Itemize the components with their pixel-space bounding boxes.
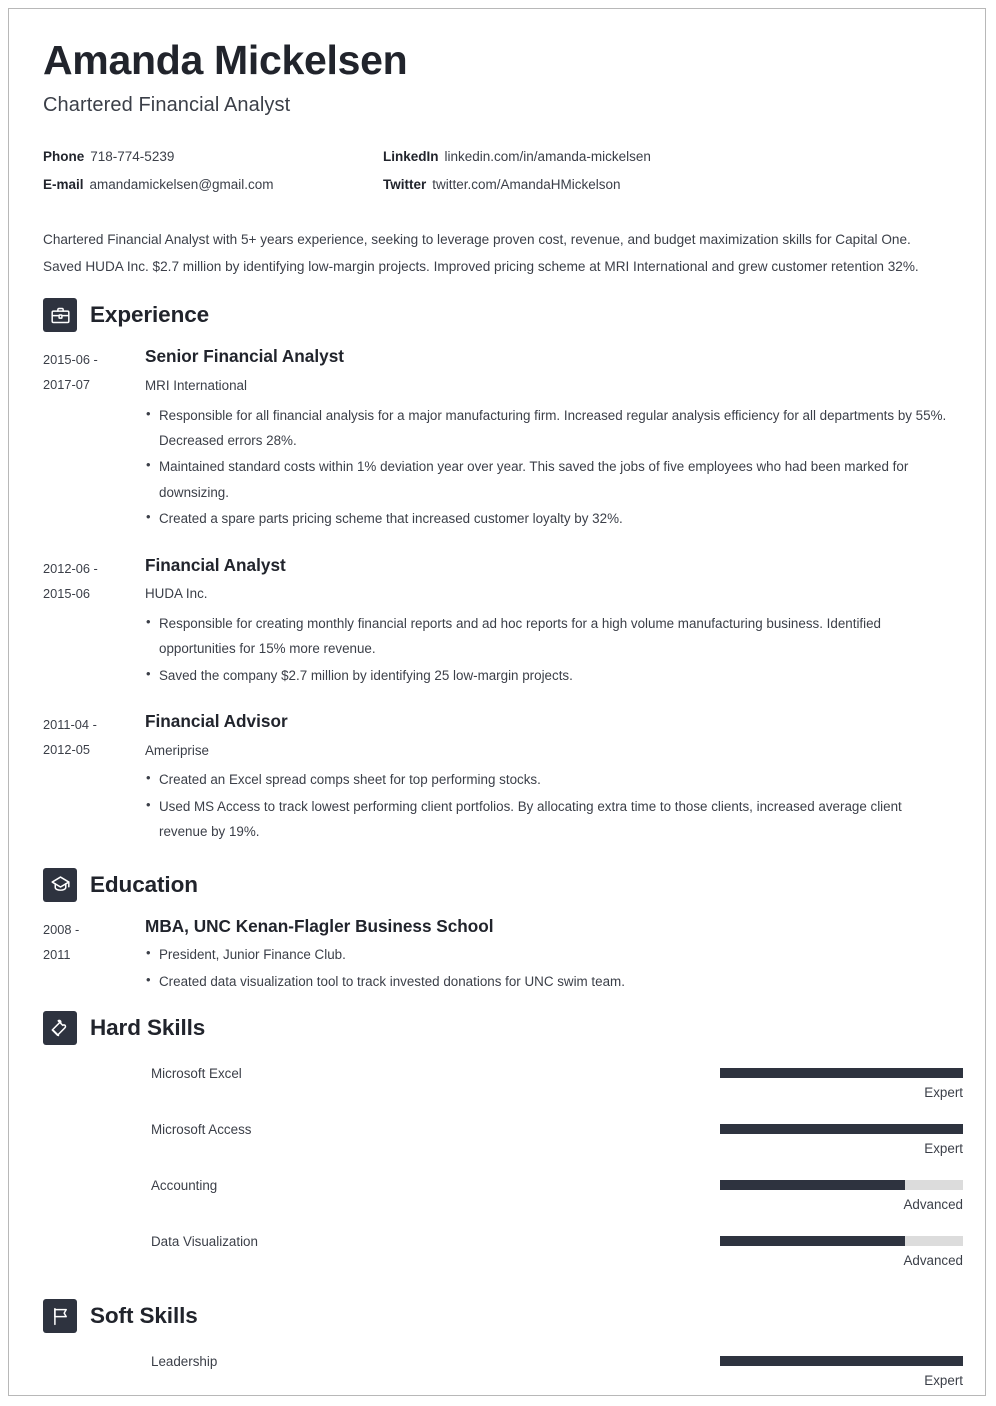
skill-bar-fill bbox=[720, 1124, 963, 1135]
entry-date-end: 2015-06 bbox=[43, 585, 90, 601]
bullet-item: Maintained standard costs within 1% devi… bbox=[145, 453, 951, 505]
contact-phone: Phone 718-774-5239 bbox=[43, 149, 383, 165]
skill-level: Expert bbox=[924, 1085, 963, 1101]
skill-bar-track bbox=[720, 1124, 963, 1135]
graduation-cap-icon bbox=[43, 867, 77, 902]
bullet-item: Created a spare parts pricing scheme tha… bbox=[145, 505, 951, 531]
contact-phone-value: 718-774-5239 bbox=[90, 149, 175, 165]
entry-company: MRI International bbox=[145, 378, 247, 394]
skill-level: Expert bbox=[924, 1141, 963, 1157]
entry-body: Senior Financial Analyst MRI Internation… bbox=[145, 346, 951, 532]
entry-date-end: 2017-07 bbox=[43, 377, 90, 393]
experience-entry: 2015-06 - 2017-07 Senior Financial Analy… bbox=[43, 346, 951, 532]
entry-bullets: Responsible for all financial analysis f… bbox=[145, 402, 951, 532]
entry-bullets: Created an Excel spread comps sheet for … bbox=[145, 766, 951, 845]
entry-bullets: Responsible for creating monthly financi… bbox=[145, 610, 951, 688]
job-title: Chartered Financial Analyst bbox=[43, 94, 291, 117]
skill-bar-fill bbox=[720, 1236, 905, 1247]
entry-company: Ameriprise bbox=[145, 742, 209, 758]
section-header-hard-skills: Hard Skills bbox=[43, 1011, 951, 1046]
contact-linkedin-label: LinkedIn bbox=[383, 149, 439, 165]
skill-bar-track bbox=[720, 1068, 963, 1079]
bullet-item: Used MS Access to track lowest performin… bbox=[145, 793, 951, 845]
section-title-soft-skills: Soft Skills bbox=[90, 1303, 198, 1329]
skill-name: Microsoft Access bbox=[151, 1122, 252, 1138]
skill-bar-fill bbox=[720, 1068, 963, 1079]
entry-body: Financial Analyst HUDA Inc. Responsible … bbox=[145, 555, 951, 689]
professional-summary: Chartered Financial Analyst with 5+ year… bbox=[43, 232, 919, 274]
entry-date-start: 2012-06 - bbox=[43, 560, 98, 576]
contact-email-label: E-mail bbox=[43, 177, 84, 193]
contact-email-value[interactable]: amandamickelsen@gmail.com bbox=[90, 177, 274, 192]
skill-row: Leadership Expert bbox=[43, 1347, 963, 1395]
contact-twitter-value[interactable]: twitter.com/AmandaHMickelson bbox=[432, 177, 620, 192]
entry-date-start: 2015-06 - bbox=[43, 352, 98, 368]
puzzle-piece-icon bbox=[43, 1011, 77, 1046]
skill-row: Microsoft Excel Expert bbox=[43, 1059, 963, 1115]
bullet-item: Created an Excel spread comps sheet for … bbox=[145, 766, 951, 792]
skill-row: Data Visualization Advanced bbox=[43, 1227, 963, 1283]
entry-degree: MBA, UNC Kenan-Flagler Business School bbox=[145, 915, 494, 936]
section-title-experience: Experience bbox=[90, 302, 210, 328]
skill-row: Accounting Advanced bbox=[43, 1171, 963, 1227]
skill-row: Microsoft Access Expert bbox=[43, 1115, 963, 1171]
entry-date-end: 2012-05 bbox=[43, 742, 90, 758]
skill-level: Advanced bbox=[903, 1253, 963, 1269]
bullet-item: Saved the company $2.7 million by identi… bbox=[145, 662, 951, 688]
entry-company: HUDA Inc. bbox=[145, 586, 208, 602]
entry-body: MBA, UNC Kenan-Flagler Business School P… bbox=[145, 916, 951, 996]
skill-level: Advanced bbox=[903, 1197, 963, 1213]
entry-dates: 2015-06 - 2017-07 bbox=[43, 346, 145, 532]
contact-grid: Phone 718-774-5239 LinkedIn linkedin.com/i… bbox=[43, 149, 951, 193]
contact-phone-label: Phone bbox=[43, 149, 85, 165]
skill-bar-fill bbox=[720, 1180, 905, 1191]
soft-skills-list: Leadership Expert bbox=[43, 1347, 963, 1395]
skill-bar-track bbox=[720, 1180, 963, 1191]
section-header-education: Education bbox=[43, 867, 951, 902]
entry-role: Financial Analyst bbox=[145, 554, 286, 575]
contact-linkedin-value[interactable]: linkedin.com/in/amanda-mickelsen bbox=[445, 149, 651, 164]
contact-twitter-label: Twitter bbox=[383, 177, 427, 193]
skill-level: Expert bbox=[924, 1373, 963, 1389]
entry-dates: 2012-06 - 2015-06 bbox=[43, 555, 145, 689]
education-entry: 2008 - 2011 MBA, UNC Kenan-Flagler Busin… bbox=[43, 916, 951, 996]
skill-name: Leadership bbox=[151, 1354, 218, 1370]
skill-name: Microsoft Excel bbox=[151, 1066, 242, 1082]
entry-role: Senior Financial Analyst bbox=[145, 346, 344, 367]
skill-bar-track bbox=[720, 1236, 963, 1247]
entry-body: Financial Advisor Ameriprise Created an … bbox=[145, 711, 951, 845]
contact-linkedin[interactable]: LinkedIn linkedin.com/in/amanda-mickelsen bbox=[383, 149, 951, 165]
section-header-experience: Experience bbox=[43, 298, 951, 333]
resume-page: Amanda Mickelsen Chartered Financial Ana… bbox=[8, 8, 986, 1396]
entry-bullets: President, Junior Finance Club. Created … bbox=[145, 941, 951, 994]
contact-email[interactable]: E-mail amandamickelsen@gmail.com bbox=[43, 177, 383, 193]
skill-bar-fill bbox=[720, 1356, 963, 1367]
contact-twitter[interactable]: Twitter twitter.com/AmandaHMickelson bbox=[383, 177, 951, 193]
entry-date-end: 2011 bbox=[43, 946, 71, 962]
entry-dates: 2011-04 - 2012-05 bbox=[43, 711, 145, 845]
skill-name: Data Visualization bbox=[151, 1234, 258, 1250]
entry-date-start: 2011-04 - bbox=[43, 717, 97, 733]
bullet-item: Responsible for creating monthly financi… bbox=[145, 610, 951, 662]
page-title: Amanda Mickelsen bbox=[43, 37, 408, 83]
section-title-hard-skills: Hard Skills bbox=[90, 1015, 206, 1041]
entry-dates: 2008 - 2011 bbox=[43, 916, 145, 996]
section-header-soft-skills: Soft Skills bbox=[43, 1299, 951, 1334]
entry-role: Financial Advisor bbox=[145, 711, 288, 732]
entry-date-start: 2008 - bbox=[43, 921, 80, 937]
hard-skills-list: Microsoft Excel Expert Microsoft Access … bbox=[43, 1059, 963, 1283]
section-title-education: Education bbox=[90, 871, 198, 897]
briefcase-icon bbox=[43, 298, 77, 333]
bullet-item: Created data visualization tool to track… bbox=[145, 968, 951, 994]
skill-bar-track bbox=[720, 1356, 963, 1367]
experience-entry: 2011-04 - 2012-05 Financial Advisor Amer… bbox=[43, 711, 951, 845]
skill-name: Accounting bbox=[151, 1178, 218, 1194]
flag-icon bbox=[43, 1299, 77, 1334]
bullet-item: President, Junior Finance Club. bbox=[145, 941, 951, 967]
experience-entry: 2012-06 - 2015-06 Financial Analyst HUDA… bbox=[43, 555, 951, 689]
bullet-item: Responsible for all financial analysis f… bbox=[145, 402, 951, 454]
